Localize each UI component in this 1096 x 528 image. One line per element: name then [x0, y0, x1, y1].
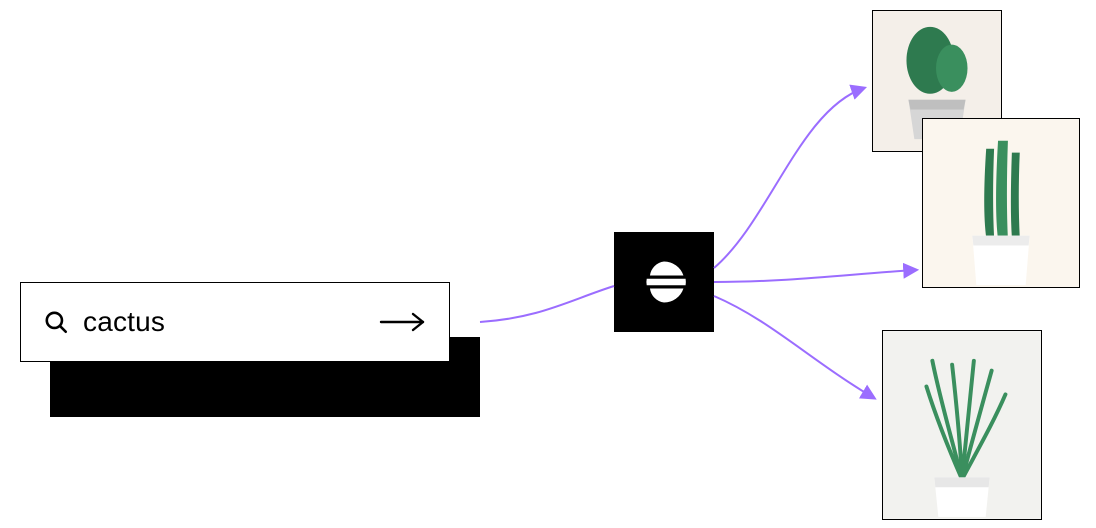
search-box[interactable]: cactus: [20, 282, 450, 362]
search-input[interactable]: cactus: [83, 306, 365, 338]
elasticsearch-logo-icon: [637, 255, 691, 309]
search-icon: [43, 309, 69, 335]
search-engine-node: [614, 232, 714, 332]
result-image-2: [922, 118, 1080, 288]
result-image-3: [882, 330, 1042, 520]
arrow-right-icon[interactable]: [379, 312, 427, 332]
